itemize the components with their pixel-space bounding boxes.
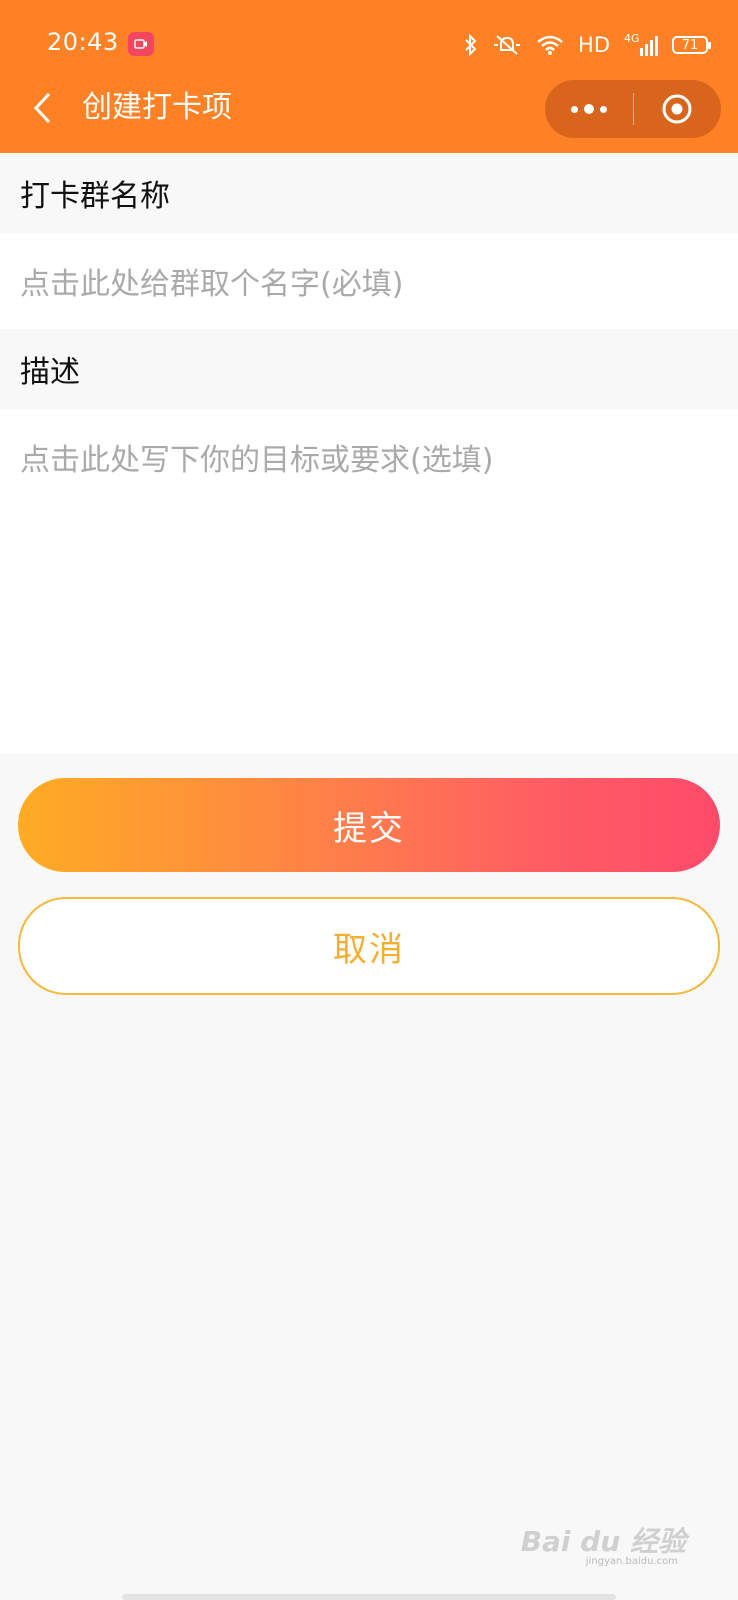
more-button[interactable] (545, 80, 633, 138)
group-name-label: 打卡群名称 (20, 179, 170, 214)
top-bar: 20:43 HD 4G 71 创建打卡项 (0, 0, 738, 153)
back-button[interactable] (26, 88, 58, 128)
battery-icon: 71 (672, 36, 711, 54)
group-name-input[interactable]: 点击此处给群取个名字(必填) (0, 233, 738, 329)
target-close-icon (662, 94, 692, 124)
cancel-button[interactable]: 取消 (18, 897, 720, 995)
screen-record-icon (128, 32, 154, 56)
baidu-watermark-url: jingyan.baidu.com (585, 1556, 678, 1567)
more-icon (570, 104, 607, 114)
chevron-left-icon (33, 92, 51, 124)
cell-signal-icon: 4G (624, 32, 658, 56)
signal-label: 4G (624, 32, 640, 45)
description-textarea[interactable]: 点击此处写下你的目标或要求(选填) (0, 409, 738, 754)
baidu-watermark: Bai du 经验 (520, 1525, 686, 1558)
home-indicator (122, 1594, 616, 1600)
close-program-button[interactable] (634, 80, 722, 138)
mute-bell-icon (494, 35, 521, 55)
page-title: 创建打卡项 (82, 90, 232, 125)
description-label: 描述 (20, 355, 80, 390)
status-time: 20:43 (47, 28, 119, 56)
submit-button[interactable]: 提交 (18, 778, 720, 872)
mini-program-capsule (545, 80, 721, 138)
wifi-icon (537, 35, 563, 55)
network-type-label: HD (578, 33, 610, 57)
status-icons: HD 4G 71 (464, 30, 711, 60)
bluetooth-icon (465, 34, 477, 56)
